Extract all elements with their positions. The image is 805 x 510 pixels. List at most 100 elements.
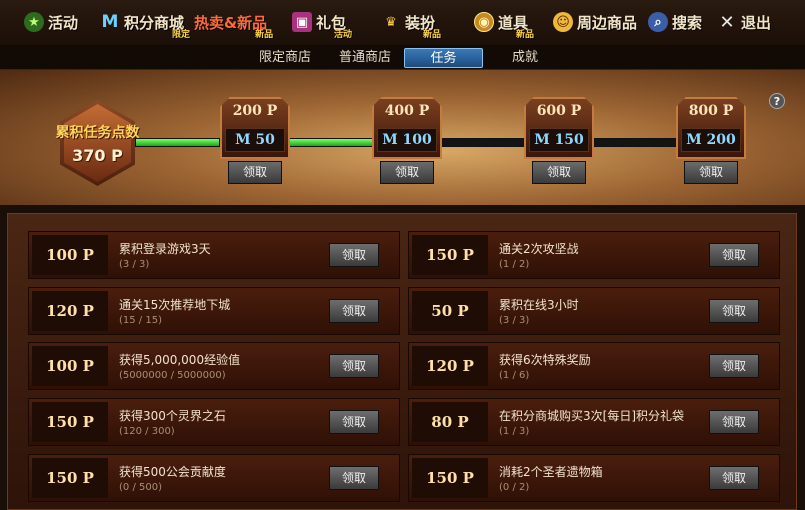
task-claim-button[interactable]: 领取 xyxy=(709,299,759,323)
task-points: 100 P xyxy=(32,235,108,275)
tab-limited-shop[interactable]: 限定商店 xyxy=(250,48,320,68)
task-points: 150 P xyxy=(32,458,108,498)
face-icon: ☺ xyxy=(553,12,573,32)
task-name: 获得500公会贡献度 xyxy=(119,465,226,479)
milestone-points: 600 P xyxy=(536,103,582,119)
task-claim-button[interactable]: 领取 xyxy=(709,243,759,267)
nav-outfit[interactable]: ♛ 装扮 新品 xyxy=(381,8,441,41)
milestone-600: 600 P M 150 领取 xyxy=(524,97,594,187)
task-progress: (5000000 / 5000000) xyxy=(119,370,226,381)
nav-search[interactable]: ⌕ 搜索 xyxy=(648,8,702,36)
task-item: 100 P 累积登录游戏3天 (3 / 3) 领取 xyxy=(28,231,400,279)
coin-icon: ◉ xyxy=(474,12,494,32)
total-points-label: 累积任务点数 xyxy=(55,125,140,141)
task-progress: (1 / 3) xyxy=(499,426,530,437)
task-name: 通关15次推荐地下城 xyxy=(119,298,231,312)
task-progress: (1 / 6) xyxy=(499,370,530,381)
gift-icon: ▣ xyxy=(292,12,312,32)
task-points: 150 P xyxy=(32,402,108,442)
task-claim-button[interactable]: 领取 xyxy=(709,410,759,434)
milestone-reward: M 50 xyxy=(225,128,285,152)
task-claim-button[interactable]: 领取 xyxy=(329,354,379,378)
task-points: 100 P xyxy=(32,346,108,386)
nav-activity-label: 活动 xyxy=(48,13,79,32)
milestone-reward: M 150 xyxy=(529,128,589,152)
milestone-400: 400 P M 100 领取 xyxy=(372,97,442,187)
milestone-points: 400 P xyxy=(384,103,430,119)
trophy-icon: ♛ xyxy=(385,14,397,30)
task-name: 消耗2个圣者遗物箱 xyxy=(499,465,603,479)
star-icon: ★ xyxy=(24,12,44,32)
close-icon: ✕ xyxy=(719,11,735,33)
tab-achievements[interactable]: 成就 xyxy=(490,48,560,68)
task-progress: (1 / 2) xyxy=(499,259,530,270)
milestone-200: 200 P M 50 领取 xyxy=(220,97,290,187)
task-points: 150 P xyxy=(412,458,488,498)
top-navigation: ★ 活动 M 积分商城 限定 热卖&新品 新品 ▣ 礼包 活动 ♛ 装扮 新品 … xyxy=(0,0,805,45)
help-icon[interactable]: ? xyxy=(769,93,785,109)
m-logo-icon: M xyxy=(101,12,119,32)
task-progress: (0 / 500) xyxy=(119,482,162,493)
task-item: 100 P 获得5,000,000经验值 (5000000 / 5000000)… xyxy=(28,342,400,390)
task-points: 120 P xyxy=(32,291,108,331)
task-claim-button[interactable]: 领取 xyxy=(329,299,379,323)
nav-hot-new-sub: 新品 xyxy=(255,30,274,40)
task-name: 累积登录游戏3天 xyxy=(119,242,211,256)
task-name: 获得5,000,000经验值 xyxy=(119,353,241,367)
task-item: 150 P 获得300个灵界之石 (120 / 300) 领取 xyxy=(28,398,400,446)
task-progress: (3 / 3) xyxy=(119,259,150,270)
task-item: 120 P 通关15次推荐地下城 (15 / 15) 领取 xyxy=(28,287,400,335)
milestone-claim-button[interactable]: 领取 xyxy=(532,161,586,184)
task-claim-button[interactable]: 领取 xyxy=(329,466,379,490)
nav-activity[interactable]: ★ 活动 xyxy=(24,8,78,36)
progress-segment xyxy=(441,138,525,147)
task-name: 在积分商城购买3次[每日]积分礼袋 xyxy=(499,409,684,423)
nav-outfit-sub: 新品 xyxy=(423,30,442,40)
milestone-claim-button[interactable]: 领取 xyxy=(684,161,738,184)
task-claim-button[interactable]: 领取 xyxy=(329,243,379,267)
search-icon: ⌕ xyxy=(648,12,668,32)
nav-search-label: 搜索 xyxy=(672,13,703,32)
nav-merch-label: 周边商品 xyxy=(577,13,638,32)
tab-tasks[interactable]: 任务 xyxy=(404,48,483,68)
nav-exit[interactable]: ✕ 退出 xyxy=(717,8,771,36)
task-claim-button[interactable]: 领取 xyxy=(709,354,759,378)
progress-segment xyxy=(135,138,220,147)
nav-hot-new[interactable]: 热卖&新品 新品 xyxy=(194,8,273,41)
milestone-points: 800 P xyxy=(688,103,734,119)
tab-normal-shop[interactable]: 普通商店 xyxy=(330,48,400,68)
total-points-badge: 累积任务点数 370 P xyxy=(56,100,140,186)
task-progress: (3 / 3) xyxy=(499,315,530,326)
nav-items[interactable]: ◉ 道具 新品 xyxy=(474,8,534,40)
task-progress: (120 / 300) xyxy=(119,426,175,437)
task-item: 150 P 通关2次攻坚战 (1 / 2) 领取 xyxy=(408,231,780,279)
nav-gift[interactable]: ▣ 礼包 活动 xyxy=(292,8,352,40)
task-claim-button[interactable]: 领取 xyxy=(329,410,379,434)
nav-points-mall-sub: 限定 xyxy=(172,30,191,40)
milestone-reward: M 100 xyxy=(377,128,437,152)
task-progress: (15 / 15) xyxy=(119,315,162,326)
nav-items-sub: 新品 xyxy=(516,30,535,40)
milestone-reward: M 200 xyxy=(681,128,741,152)
progress-segment xyxy=(289,138,373,147)
task-list-panel: 100 P 累积登录游戏3天 (3 / 3) 领取 120 P 通关15次推荐地… xyxy=(7,213,797,510)
task-item: 50 P 累积在线3小时 (3 / 3) 领取 xyxy=(408,287,780,335)
task-item: 80 P 在积分商城购买3次[每日]积分礼袋 (1 / 3) 领取 xyxy=(408,398,780,446)
task-points: 150 P xyxy=(412,235,488,275)
milestone-claim-button[interactable]: 领取 xyxy=(380,161,434,184)
task-name: 获得300个灵界之石 xyxy=(119,409,226,423)
task-claim-button[interactable]: 领取 xyxy=(709,466,759,490)
nav-exit-label: 退出 xyxy=(741,13,772,32)
task-points-header: 累积任务点数 370 P 200 P M 50 领取 400 P M 100 领… xyxy=(0,70,805,205)
nav-points-mall[interactable]: M 积分商城 限定 xyxy=(100,8,190,40)
total-points-value: 370 P xyxy=(72,146,123,165)
milestone-800: 800 P M 200 领取 xyxy=(676,97,746,187)
milestone-claim-button[interactable]: 领取 xyxy=(228,161,282,184)
task-name: 获得6次特殊奖励 xyxy=(499,353,591,367)
task-points: 120 P xyxy=(412,346,488,386)
task-item: 150 P 获得500公会贡献度 (0 / 500) 领取 xyxy=(28,454,400,502)
task-item: 120 P 获得6次特殊奖励 (1 / 6) 领取 xyxy=(408,342,780,390)
progress-segment xyxy=(593,138,677,147)
nav-merch[interactable]: ☺ 周边商品 xyxy=(553,8,637,36)
task-progress: (0 / 2) xyxy=(499,482,530,493)
